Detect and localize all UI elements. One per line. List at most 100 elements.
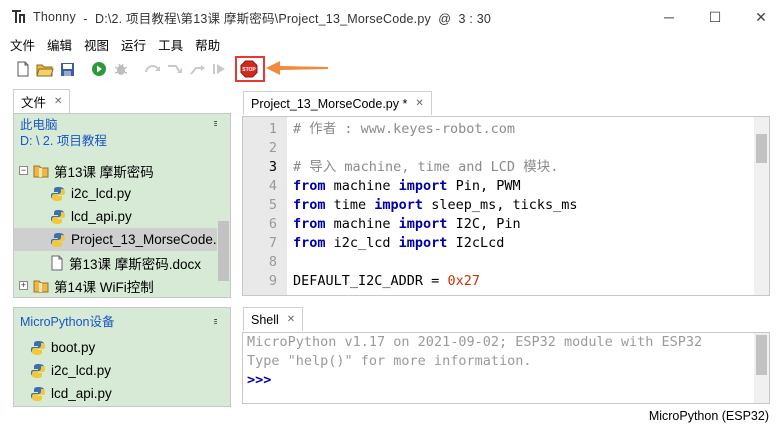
device-file[interactable]: i2c_lcd.py bbox=[14, 359, 230, 382]
tab-editor-file[interactable]: Project_13_MorseCode.py * ✕ bbox=[243, 91, 432, 115]
minimize-button[interactable]: ─ bbox=[646, 0, 692, 34]
code-comment: # 导入 machine, time and LCD 模块. bbox=[293, 159, 559, 175]
folder-icon bbox=[33, 278, 49, 294]
open-folder-icon[interactable] bbox=[35, 59, 55, 79]
files-scroll-thumb[interactable] bbox=[218, 221, 229, 281]
run-icon[interactable] bbox=[89, 59, 109, 79]
editor-scroll-thumb[interactable] bbox=[756, 134, 767, 163]
code-line: 4 from machine import Pin, PWM bbox=[243, 177, 753, 196]
code-keyword: import bbox=[374, 197, 424, 213]
close-shell-tab-icon[interactable]: ✕ bbox=[287, 314, 295, 325]
code-editor[interactable]: 1 # 作者 : www.keyes-robot.com 2 3 # 导入 machin… bbox=[242, 116, 770, 296]
app-name: Thonny bbox=[33, 10, 76, 24]
line-number: 8 bbox=[268, 254, 277, 270]
code-line: 7 from i2c_lcd import I2cLcd bbox=[243, 234, 753, 253]
code-comment: # 作者 : www.keyes-robot.com bbox=[293, 121, 516, 137]
code-line: 8 bbox=[243, 253, 753, 272]
menu-edit[interactable]: 编辑 bbox=[41, 35, 78, 54]
stop-highlight-box bbox=[235, 56, 265, 82]
menu-bar: 文件 编辑 视图 运行 工具 帮助 bbox=[0, 34, 226, 54]
close-button[interactable]: ✕ bbox=[738, 0, 784, 34]
tree-file[interactable]: Project_13_MorseCode. bbox=[14, 228, 230, 251]
device-section-title[interactable]: MicroPython设备 bbox=[14, 308, 230, 330]
tree-item-label: 第14课 WiFi控制 bbox=[54, 279, 154, 295]
code-line: 2 bbox=[243, 139, 753, 158]
menu-view[interactable]: 视图 bbox=[78, 35, 115, 54]
code-line: 5 from time import sleep_ms, ticks_ms bbox=[243, 196, 753, 215]
save-icon[interactable] bbox=[57, 59, 77, 79]
python-file-icon bbox=[30, 363, 46, 379]
menu-help[interactable]: 帮助 bbox=[189, 35, 226, 54]
code-keyword: from bbox=[293, 235, 326, 251]
code-line: 9 DEFAULT_I2C_ADDR = 0x27 bbox=[243, 272, 753, 291]
editor-scrollbar[interactable] bbox=[754, 117, 769, 295]
tree-file[interactable]: i2c_lcd.py bbox=[14, 182, 230, 205]
device-file-label: i2c_lcd.py bbox=[51, 363, 112, 378]
step-out-icon[interactable] bbox=[187, 59, 207, 79]
code-keyword: from bbox=[293, 197, 326, 213]
interpreter-status[interactable]: MicroPython (ESP32) bbox=[649, 409, 769, 423]
code-line: 6 from machine import I2C, Pin bbox=[243, 215, 753, 234]
expander-icon[interactable]: + bbox=[19, 281, 28, 290]
shell-console[interactable]: MicroPython v1.17 on 2021-09-02; ESP32 m… bbox=[242, 332, 770, 404]
menu-run[interactable]: 运行 bbox=[115, 35, 152, 54]
code-text: I2cLcd bbox=[447, 235, 505, 251]
code-text: DEFAULT_I2C_ADDR = bbox=[293, 273, 448, 289]
code-keyword: import bbox=[398, 178, 448, 194]
tree-item-label: i2c_lcd.py bbox=[71, 186, 132, 201]
tree-file[interactable]: lcd_api.py bbox=[14, 205, 230, 228]
code-text: sleep_ms, ticks_ms bbox=[423, 197, 578, 213]
arrow-pointer-icon bbox=[266, 61, 328, 75]
new-file-icon[interactable] bbox=[13, 59, 33, 79]
device-file-label: lcd_api.py bbox=[51, 386, 112, 401]
current-path[interactable]: D: \ 2. 项目教程 bbox=[14, 133, 230, 149]
shell-output-line: MicroPython v1.17 on 2021-09-02; ESP32 m… bbox=[247, 334, 703, 350]
python-file-icon bbox=[50, 186, 66, 202]
code-text: Pin, PWM bbox=[447, 178, 521, 194]
editor-tab-label: Project_13_MorseCode.py * bbox=[251, 96, 408, 111]
close-tab-icon[interactable]: ✕ bbox=[54, 96, 62, 107]
files-scrollbar[interactable] bbox=[217, 114, 230, 297]
shell-prompt[interactable]: >>> bbox=[247, 371, 271, 390]
tree-folder[interactable]: − 第13课 摩斯密码 bbox=[14, 159, 230, 182]
menu-tools[interactable]: 工具 bbox=[152, 35, 189, 54]
device-file-label: boot.py bbox=[51, 340, 96, 355]
tab-files[interactable]: 文件 ✕ bbox=[13, 89, 71, 113]
document-icon bbox=[50, 255, 64, 271]
expander-icon[interactable]: − bbox=[19, 166, 28, 175]
folder-icon bbox=[33, 163, 49, 179]
device-file[interactable]: lcd_api.py bbox=[14, 382, 230, 405]
code-keyword: from bbox=[293, 216, 326, 232]
python-file-icon bbox=[50, 232, 66, 248]
tree-item-label: lcd_api.py bbox=[71, 209, 132, 224]
device-file[interactable]: boot.py bbox=[14, 336, 230, 359]
tree-file[interactable]: 第13课 摩斯密码.docx bbox=[14, 251, 230, 274]
device-scrollbar[interactable] bbox=[217, 308, 230, 406]
tab-shell[interactable]: Shell ✕ bbox=[243, 307, 304, 331]
step-over-icon[interactable] bbox=[143, 59, 163, 79]
shell-scroll-thumb[interactable] bbox=[756, 335, 767, 375]
code-line: 1 # 作者 : www.keyes-robot.com bbox=[243, 120, 753, 139]
shell-output-line: Type "help()" for more information. bbox=[247, 353, 532, 369]
maximize-button[interactable]: ☐ bbox=[692, 0, 738, 34]
window-title: - D:\2. 项目教程\第13课 摩斯密码\Project_13_MorseC… bbox=[75, 11, 492, 26]
files-panel: 此电脑 D: \ 2. 项目教程 ≡ −第13课 摩斯密码i2c_lcd.pyl… bbox=[13, 113, 231, 298]
tree-folder[interactable]: + 第14课 WiFi控制 bbox=[14, 274, 230, 297]
step-into-icon[interactable] bbox=[165, 59, 185, 79]
code-text: machine bbox=[325, 216, 399, 232]
this-pc-link[interactable]: 此电脑 bbox=[14, 114, 230, 133]
code-text: time bbox=[325, 197, 375, 213]
tree-item-label: Project_13_MorseCode. bbox=[71, 232, 217, 247]
resume-icon[interactable] bbox=[209, 59, 229, 79]
device-panel: MicroPython设备 ≡ boot.pyi2c_lcd.pylcd_api… bbox=[13, 307, 231, 407]
line-number: 5 bbox=[268, 197, 277, 213]
debug-icon[interactable] bbox=[111, 59, 131, 79]
code-keyword: import bbox=[398, 235, 448, 251]
title-bar: Thonny - D:\2. 项目教程\第13课 摩斯密码\Project_13… bbox=[0, 0, 784, 34]
menu-file[interactable]: 文件 bbox=[4, 35, 41, 54]
line-number: 9 bbox=[268, 273, 277, 289]
shell-scrollbar[interactable] bbox=[754, 333, 769, 403]
close-editor-tab-icon[interactable]: ✕ bbox=[415, 98, 423, 109]
line-number: 6 bbox=[268, 216, 277, 232]
files-area: 文件 ✕ 此电脑 D: \ 2. 项目教程 ≡ −第13课 摩斯密码i2c_lc… bbox=[13, 89, 231, 407]
